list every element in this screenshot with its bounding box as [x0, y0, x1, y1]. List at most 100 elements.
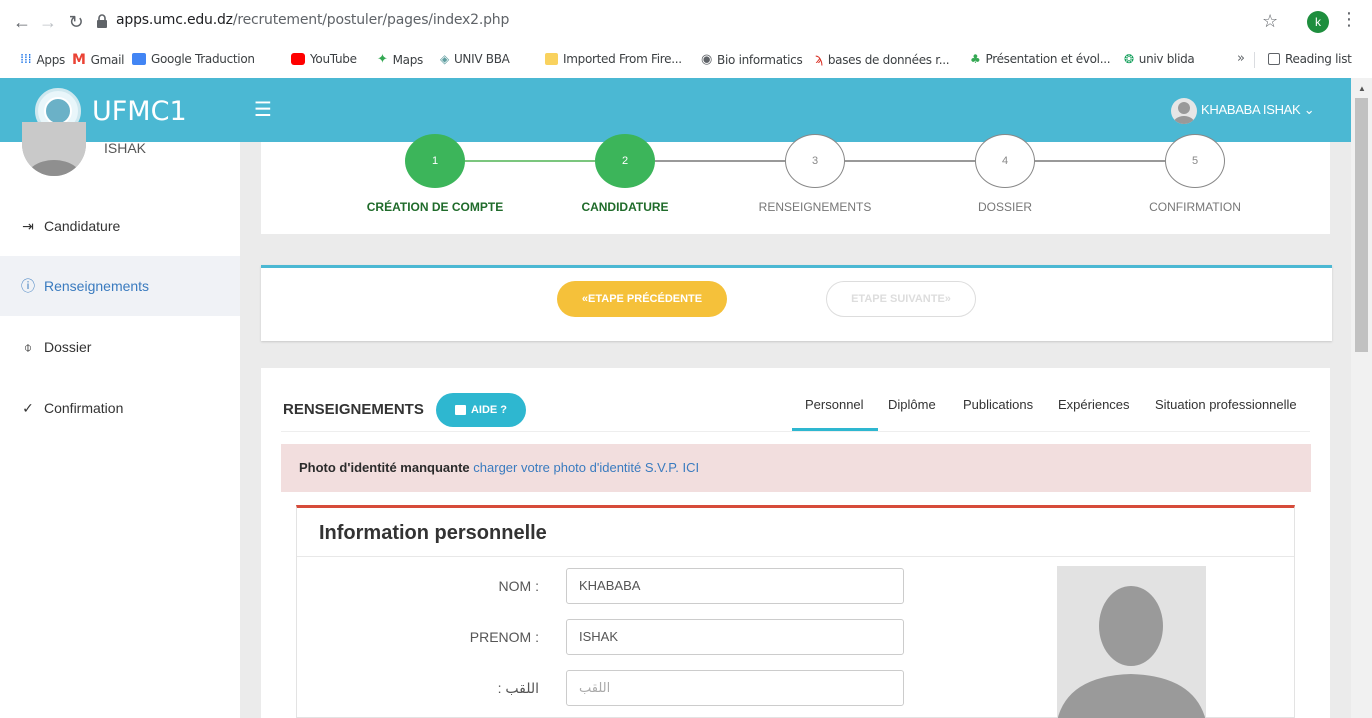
forward-arrow-icon[interactable]: → — [34, 8, 62, 36]
prenom-input[interactable]: ISHAK — [566, 619, 904, 655]
user-avatar[interactable] — [1171, 98, 1197, 124]
step-navigation-card: «ETAPE PRÉCÉDENTE ETAPE SUIVANTE» — [261, 265, 1332, 341]
chevron-down-icon: ⌄ — [1303, 102, 1315, 117]
double-chevron-right-icon: » — [944, 293, 951, 305]
lock-icon — [97, 14, 107, 28]
youtube-icon — [291, 53, 305, 65]
renseignements-card: RENSEIGNEMENTS AIDE ? Personnel Diplôme … — [261, 368, 1330, 718]
alert-bold-text: Photo d'identité manquante — [299, 460, 470, 475]
bookmark-label: Imported From Fire... — [563, 52, 682, 66]
bases-icon: ϡ — [815, 52, 823, 67]
reading-list[interactable]: Reading list — [1268, 52, 1352, 66]
address-bar[interactable]: apps.umc.edu.dz/recrutement/postuler/pag… — [116, 12, 509, 28]
bookmarks-separator — [1254, 52, 1255, 68]
presentation-icon: ♣ — [970, 52, 981, 66]
arabic-nom-label: : اللقب — [497, 680, 539, 696]
sidebar-item-confirmation[interactable]: ✓ Confirmation — [0, 378, 240, 438]
sidebar-item-dossier[interactable]: ⌽ Dossier — [0, 317, 240, 377]
bookmark-label: univ blida — [1138, 52, 1195, 66]
next-step-button[interactable]: ETAPE SUIVANTE» — [826, 281, 976, 317]
user-silhouette-icon — [1057, 586, 1206, 718]
next-step-label: ETAPE SUIVANTE — [851, 293, 945, 305]
menu-kebab-icon[interactable]: ⋮ — [1340, 9, 1358, 30]
bookmark-presentation[interactable]: ♣ Présentation et évol... — [970, 52, 1111, 66]
upload-photo-link[interactable]: charger votre photo d'identité S.V.P. IC… — [473, 460, 699, 475]
bookmark-imported[interactable]: Imported From Fire... — [545, 52, 682, 66]
step-label-4: DOSSIER — [977, 200, 1032, 214]
step-connector — [1035, 160, 1165, 162]
tab-diplome[interactable]: Diplôme — [888, 397, 936, 412]
step-label-1: CRÉATION DE COMPTE — [366, 200, 504, 214]
bookmark-label: Apps — [36, 52, 66, 67]
univ-bba-icon: ◈ — [440, 52, 449, 66]
reading-list-label: Reading list — [1285, 52, 1352, 66]
sidebar-item-label: Confirmation — [44, 400, 124, 416]
missing-photo-alert: Photo d'identité manquante charger votre… — [281, 444, 1311, 492]
bookmark-maps[interactable]: ✦ Maps — [377, 52, 423, 67]
previous-step-button[interactable]: «ETAPE PRÉCÉDENTE — [557, 281, 727, 317]
hamburger-menu-icon[interactable]: ☰ — [254, 100, 272, 120]
tab-personnel[interactable]: Personnel — [805, 397, 864, 412]
tab-publications[interactable]: Publications — [963, 397, 1033, 412]
bookmark-star-icon[interactable]: ☆ — [1262, 11, 1278, 32]
user-menu[interactable]: KHABABA ISHAK ⌄ — [1201, 102, 1315, 118]
bookmark-google-traduction[interactable]: Google Traduction — [132, 52, 255, 66]
sidebar-user-name: ISHAK — [104, 140, 147, 156]
reload-icon[interactable]: ↻ — [62, 8, 90, 36]
user-silhouette-icon — [1173, 102, 1195, 124]
sidebar-user-avatar — [22, 122, 86, 176]
bookmark-label: Maps — [392, 52, 424, 67]
bookmarks-bar: ⁞⁞⁞ Apps M Gmail Google Traduction YouTu… — [0, 44, 1372, 74]
tab-situation-professionnelle[interactable]: Situation professionnelle — [1155, 397, 1297, 412]
sidebar-item-candidature[interactable]: ⇥ Candidature — [0, 196, 240, 256]
address-bar-row: ← → ↻ apps.umc.edu.dz/recrutement/postul… — [0, 0, 1372, 44]
apps-grid-icon: ⁞⁞⁞ — [20, 52, 32, 67]
scrollbar-thumb[interactable] — [1355, 98, 1368, 352]
step-label-3: RENSEIGNEMENTS — [758, 200, 872, 214]
previous-step-label: ETAPE PRÉCÉDENTE — [588, 293, 703, 305]
nom-input[interactable]: KHABABA — [566, 568, 904, 604]
bookmark-bio-informatics[interactable]: ◉ Bio informatics — [701, 52, 803, 67]
back-arrow-icon[interactable]: ← — [8, 8, 36, 36]
sidebar-item-label: Candidature — [44, 218, 121, 234]
logo-emblem-icon — [44, 97, 72, 125]
tab-experiences[interactable]: Expériences — [1058, 397, 1130, 412]
more-bookmarks-icon[interactable]: » — [1237, 51, 1245, 66]
bookmark-gmail[interactable]: M Gmail — [72, 52, 124, 68]
app-header: UFMC1 ☰ KHABABA ISHAK ⌄ — [0, 78, 1372, 142]
bookmark-label: Bio informatics — [717, 52, 803, 67]
profile-avatar[interactable]: k — [1307, 11, 1329, 33]
login-icon: ⇥ — [22, 217, 34, 234]
bookmark-univ-bba[interactable]: ◈ UNIV BBA — [440, 52, 510, 66]
globe-icon: ◉ — [701, 52, 713, 67]
help-button[interactable]: AIDE ? — [436, 393, 526, 427]
form-title: Information personnelle — [319, 522, 547, 544]
form-divider — [297, 556, 1294, 557]
step-label-2: CANDIDATURE — [581, 200, 669, 214]
help-button-label: AIDE ? — [470, 404, 508, 416]
bookmark-univ-blida[interactable]: ❂ univ blida — [1124, 52, 1195, 66]
bookmark-apps[interactable]: ⁞⁞⁞ Apps — [20, 52, 65, 67]
scroll-up-arrow-icon[interactable]: ▲ — [1358, 84, 1366, 93]
step-circle-2: 2 — [595, 134, 655, 188]
progress-stepper: 1 2 3 4 5 CRÉATION DE COMPTE CANDIDATURE… — [261, 134, 1330, 234]
sidebar-item-label: Renseignements — [44, 278, 150, 294]
folder-icon — [545, 53, 558, 65]
step-circle-1: 1 — [405, 134, 465, 188]
bookmark-bases-de-donnees[interactable]: ϡ bases de données r... — [815, 52, 950, 67]
page-scrollbar[interactable] — [1351, 78, 1372, 718]
app-title[interactable]: UFMC1 — [92, 96, 187, 127]
url-path: /recrutement/postuler/pages/index2.php — [232, 12, 510, 28]
bookmark-youtube[interactable]: YouTube — [291, 52, 357, 66]
sidebar-item-renseignements[interactable]: ⓘ Renseignements — [0, 256, 240, 316]
bookmark-label: UNIV BBA — [453, 52, 510, 66]
tabs-divider — [281, 431, 1310, 432]
paperclip-icon: ⌽ — [23, 338, 33, 355]
bookmark-label: Présentation et évol... — [985, 52, 1111, 66]
reading-list-icon — [1268, 53, 1280, 65]
info-icon: ⓘ — [21, 278, 35, 294]
step-circle-5: 5 — [1165, 134, 1225, 188]
step-connector — [465, 160, 595, 162]
photo-placeholder[interactable] — [1057, 566, 1206, 718]
arabic-nom-input[interactable]: اللقب — [566, 670, 904, 706]
